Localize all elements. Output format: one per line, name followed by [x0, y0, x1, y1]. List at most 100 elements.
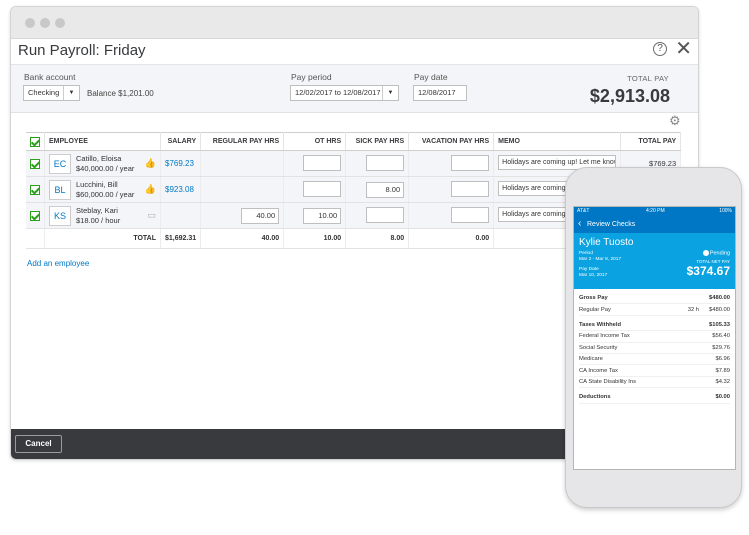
- header-total-pay[interactable]: TOTAL PAY: [620, 132, 682, 151]
- total-pay-label: TOTAL PAY: [627, 74, 669, 83]
- header-employee[interactable]: EMPLOYEE: [44, 132, 161, 151]
- sick-hrs-cell: 8.00: [345, 176, 410, 203]
- total-pay-value: $2,913.08: [589, 86, 670, 106]
- sick-hrs-input[interactable]: 8.00: [366, 181, 405, 198]
- vacation-hrs-cell: [408, 150, 495, 177]
- pay-period-value: 12/02/2017 to 12/08/2017: [295, 88, 381, 97]
- select-all-checkbox[interactable]: [26, 132, 45, 151]
- list-item: CA Income Tax $7.89: [579, 365, 730, 377]
- table-header-row: EMPLOYEE SALARY REGULAR PAY HRS OT HRS S…: [26, 132, 682, 151]
- paycheck-summary-card: Kylie Tuosto Period Mar 2 - Mar 8, 2017 …: [574, 233, 735, 289]
- chevron-down-icon: ▼: [382, 86, 398, 100]
- vacation-hrs-input[interactable]: [451, 180, 490, 197]
- regular-hrs-cell: [200, 176, 285, 203]
- ot-hrs-input[interactable]: [303, 180, 342, 197]
- bank-account-select[interactable]: Checking ▼: [23, 85, 80, 101]
- header-salary[interactable]: SALARY: [160, 132, 202, 151]
- ot-hrs-cell: [283, 176, 347, 203]
- deductions-row: Deductions $0.00: [579, 392, 730, 404]
- employee-rate: $40,000.00 / year: [76, 163, 135, 173]
- totals-regular-hrs: 40.00: [200, 228, 285, 249]
- chevron-down-icon: ▼: [63, 86, 79, 100]
- sick-hrs-input[interactable]: [366, 154, 405, 171]
- ot-hrs-input[interactable]: [303, 154, 342, 171]
- vacation-hrs-cell: [408, 176, 495, 203]
- battery: 100%: [719, 208, 732, 214]
- paycheck-icon[interactable]: 👍: [145, 184, 156, 195]
- employee-rate: $60,000.00 / year: [76, 189, 135, 199]
- salary-cell[interactable]: $923.08: [160, 176, 202, 203]
- bank-account-value: Checking: [28, 88, 60, 97]
- account-balance: Balance $1,201.00: [87, 89, 154, 98]
- bank-account-label: Bank account: [24, 72, 76, 82]
- close-icon[interactable]: ✕: [675, 39, 692, 59]
- pending-icon: [702, 250, 709, 256]
- add-employee-link[interactable]: Add an employee: [27, 259, 89, 268]
- period-value: Mar 2 - Mar 8, 2017: [579, 257, 622, 262]
- vacation-hrs-input[interactable]: [451, 154, 490, 171]
- regular-hrs-cell: [200, 150, 285, 177]
- back-chevron-icon[interactable]: ‹: [578, 218, 581, 229]
- phone-mockup: AT&T 4:20 PM 100% ‹ Review Checks Kylie …: [565, 167, 742, 508]
- totals-label: TOTAL: [44, 228, 161, 249]
- window-titlebar: [11, 7, 698, 39]
- taxes-withheld-row: Taxes Withheld $105.33: [579, 320, 730, 332]
- regular-pay-row: Regular Pay 32 h $480.00: [579, 304, 730, 316]
- list-item: CA State Disability Ins $4.32: [579, 377, 730, 389]
- salary-cell: [160, 202, 202, 229]
- sick-hrs-input[interactable]: [366, 206, 405, 223]
- phone-screen: AT&T 4:20 PM 100% ‹ Review Checks Kylie …: [573, 206, 736, 470]
- totals-vacation-hrs: 0.00: [408, 228, 495, 249]
- header-ot-hrs[interactable]: OT HRS: [283, 132, 347, 151]
- avatar: EC: [49, 153, 71, 174]
- window-close-dot[interactable]: [25, 18, 35, 28]
- header-regular-hrs[interactable]: REGULAR PAY HRS: [200, 132, 285, 151]
- help-icon[interactable]: ?: [653, 42, 667, 56]
- window-minimize-dot[interactable]: [40, 18, 50, 28]
- totals-sick-hrs: 8.00: [345, 228, 410, 249]
- employee-name[interactable]: Catillo, Eloisa: [76, 154, 140, 164]
- regular-hrs-input[interactable]: 40.00: [241, 207, 280, 224]
- salary-cell[interactable]: $769.23: [160, 150, 202, 177]
- pay-date-value: 12/08/2017: [418, 88, 456, 97]
- cancel-button[interactable]: Cancel: [15, 435, 62, 453]
- net-pay-value: $374.67: [686, 264, 730, 278]
- status-badge: Pending: [702, 250, 730, 256]
- vacation-hrs-cell: [408, 202, 495, 229]
- totals-ot-hrs: 10.00: [283, 228, 347, 249]
- timesheet-icon[interactable]: ▭: [147, 210, 156, 221]
- vacation-hrs-input[interactable]: [451, 206, 490, 223]
- ot-hrs-cell: [283, 150, 347, 177]
- page-header: Run Payroll: Friday ? ✕: [11, 39, 698, 65]
- employee-cell: EC Catillo, Eloisa $40,000.00 / year 👍: [44, 150, 161, 177]
- totals-salary: $1,692.31: [160, 228, 202, 249]
- paycheck-detail: Gross Pay $480.00 Regular Pay 32 h $480.…: [574, 293, 735, 404]
- ot-hrs-input[interactable]: 10.00: [303, 207, 342, 224]
- period-label: Period: [579, 251, 593, 256]
- header-sick-hrs[interactable]: SICK PAY HRS: [345, 132, 410, 151]
- sick-hrs-cell: [345, 150, 410, 177]
- row-checkbox[interactable]: [26, 202, 45, 229]
- phone-status-bar: AT&T 4:20 PM 100%: [574, 207, 735, 216]
- ot-hrs-cell: 10.00: [283, 202, 347, 229]
- gross-pay-row: Gross Pay $480.00: [579, 293, 730, 305]
- nav-title[interactable]: Review Checks: [587, 221, 635, 228]
- window-maximize-dot[interactable]: [55, 18, 65, 28]
- avatar: KS: [49, 205, 71, 226]
- employee-name[interactable]: Lucchini, Bill: [76, 180, 140, 190]
- pay-period-select[interactable]: 12/02/2017 to 12/08/2017 ▼: [290, 85, 399, 101]
- employee-name[interactable]: Steblay, Kari: [76, 206, 142, 216]
- header-memo[interactable]: MEMO: [493, 132, 622, 151]
- pay-date-input[interactable]: 12/08/2017: [413, 85, 467, 101]
- list-item: Federal Income Tax $56.40: [579, 331, 730, 343]
- employee-rate: $18.00 / hour: [76, 215, 121, 225]
- employee-cell: BL Lucchini, Bill $60,000.00 / year 👍: [44, 176, 161, 203]
- paycheck-icon[interactable]: 👍: [145, 158, 156, 169]
- row-checkbox[interactable]: [26, 150, 45, 177]
- row-checkbox[interactable]: [26, 176, 45, 203]
- header-vacation-hrs[interactable]: VACATION PAY HRS: [408, 132, 495, 151]
- regular-hrs-cell: 40.00: [200, 202, 285, 229]
- page-title: Run Payroll: Friday: [18, 42, 146, 59]
- gear-icon[interactable]: ⚙: [669, 113, 681, 129]
- pay-date-value-phone: Mar 10, 2017: [579, 273, 608, 278]
